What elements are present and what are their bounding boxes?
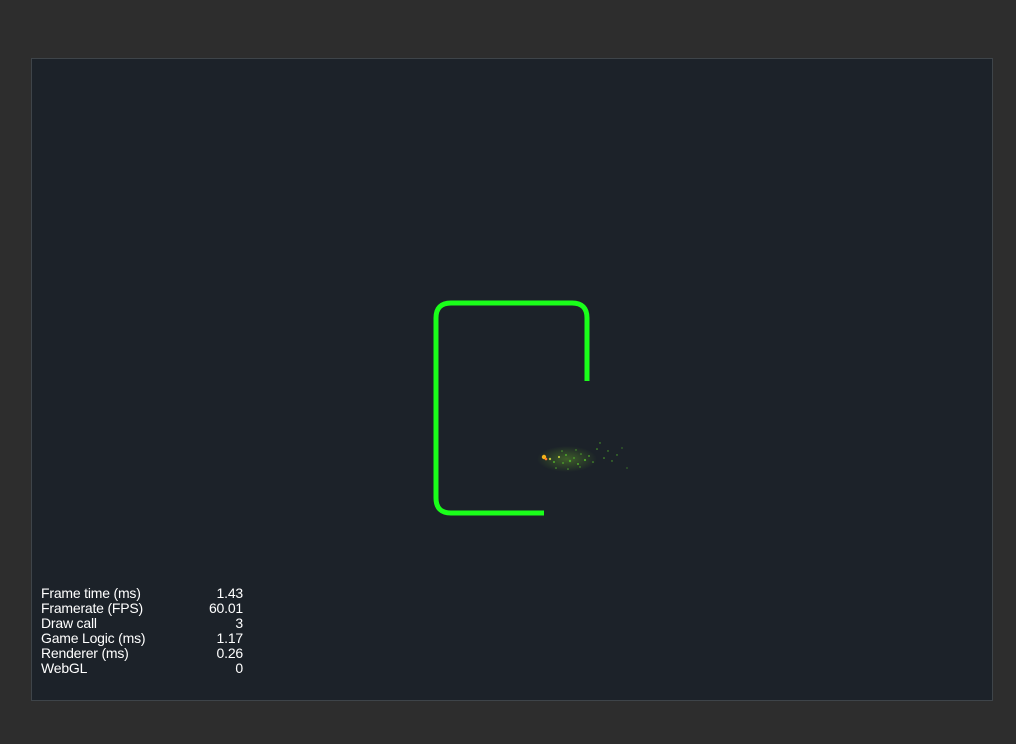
stat-row: WebGL 0 [41, 661, 243, 676]
particle [583, 458, 587, 462]
particle [611, 460, 613, 462]
stat-row: Framerate (FPS) 60.01 [41, 601, 243, 616]
stat-label: Framerate (FPS) [41, 600, 144, 616]
particle [548, 457, 552, 461]
particle [596, 448, 598, 450]
particle [557, 455, 561, 459]
particle [588, 455, 590, 457]
particle [592, 461, 594, 463]
stat-value: 1.43 [216, 585, 244, 601]
particle [580, 453, 582, 455]
performance-stats: Frame time (ms) 1.43 Framerate (FPS) 60.01 D… [41, 586, 243, 676]
particle [626, 467, 628, 469]
particle [603, 457, 605, 459]
particle [565, 454, 567, 456]
stat-value: 3 [235, 615, 243, 631]
stat-value: 0 [235, 660, 243, 676]
stat-row: Game Logic (ms) 1.17 [41, 631, 243, 646]
particle [573, 457, 575, 459]
particle [577, 463, 579, 465]
game-canvas[interactable]: Frame time (ms) 1.43 Framerate (FPS) 60.01 D… [31, 58, 993, 701]
particle [579, 466, 581, 468]
stat-label: WebGL [41, 660, 88, 676]
particle [553, 461, 555, 463]
particle [599, 442, 601, 444]
stat-row: Renderer (ms) 0.26 [41, 646, 243, 661]
stat-value: 0.26 [216, 645, 244, 661]
stat-value: 1.17 [216, 630, 244, 646]
stat-label: Renderer (ms) [41, 645, 129, 661]
stat-label: Draw call [41, 615, 97, 631]
stat-row: Draw call 3 [41, 616, 243, 631]
particle [575, 449, 577, 451]
particle [567, 468, 569, 470]
particle [568, 459, 572, 463]
stat-value: 60.01 [208, 600, 243, 616]
stat-row: Frame time (ms) 1.43 [41, 586, 243, 601]
particle [561, 450, 563, 452]
drawn-line-path [433, 300, 590, 516]
particle [555, 467, 557, 469]
particle [621, 447, 623, 449]
particle [607, 450, 609, 452]
stat-label: Frame time (ms) [41, 585, 141, 601]
stat-label: Game Logic (ms) [41, 630, 146, 646]
particle [562, 462, 564, 464]
particle [616, 454, 618, 456]
